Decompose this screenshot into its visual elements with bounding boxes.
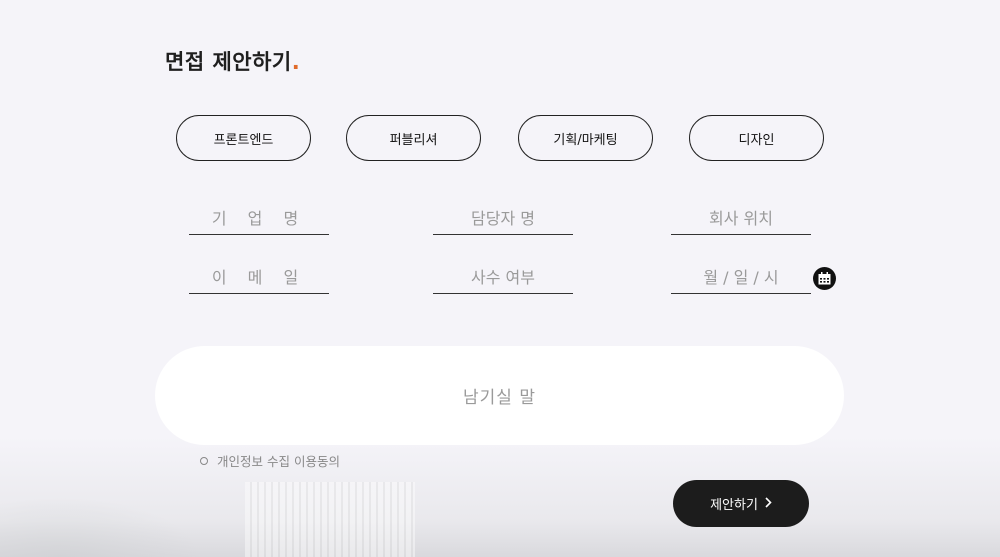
category-label: 프론트엔드 <box>213 132 274 148</box>
email-placeholder: 이 메 일 <box>211 268 307 287</box>
company-name-placeholder: 기 업 명 <box>211 209 307 228</box>
calendar-icon[interactable] <box>813 267 836 290</box>
category-label: 디자인 <box>738 132 775 148</box>
submit-button[interactable]: 제안하기 <box>673 480 809 527</box>
chevron-right-icon <box>764 496 772 512</box>
privacy-consent[interactable]: 개인정보 수집 이용동의 <box>200 451 340 470</box>
company-location-placeholder: 회사 위치 <box>709 209 773 228</box>
company-location-field[interactable]: 회사 위치 <box>671 203 811 235</box>
category-publisher-button[interactable]: 퍼블리셔 <box>346 115 481 161</box>
consent-radio-icon[interactable] <box>200 456 208 465</box>
company-name-field[interactable]: 기 업 명 <box>189 203 329 235</box>
category-design-button[interactable]: 디자인 <box>689 115 824 161</box>
datetime-field[interactable]: 월 / 일 / 시 <box>671 262 811 294</box>
page-title-text: 면접 제안하기 <box>165 50 292 74</box>
manager-name-field[interactable]: 담당자 명 <box>433 203 573 235</box>
category-label: 퍼블리셔 <box>389 132 438 148</box>
background-image <box>245 482 415 557</box>
page-title: 면접 제안하기. <box>165 46 300 76</box>
title-dot: . <box>291 50 301 74</box>
background-fade <box>0 437 1000 557</box>
message-textarea[interactable]: 남기실 말 <box>155 346 844 445</box>
submit-label: 제안하기 <box>710 498 758 513</box>
email-field[interactable]: 이 메 일 <box>189 262 329 294</box>
consent-label: 개인정보 수집 이용동의 <box>217 454 340 469</box>
manager-name-placeholder: 담당자 명 <box>471 209 535 228</box>
datetime-placeholder: 월 / 일 / 시 <box>703 268 779 287</box>
mentor-placeholder: 사수 여부 <box>471 268 535 287</box>
category-frontend-button[interactable]: 프론트엔드 <box>176 115 311 161</box>
mentor-field[interactable]: 사수 여부 <box>433 262 573 294</box>
category-planning-marketing-button[interactable]: 기획/마케팅 <box>518 115 653 161</box>
message-placeholder: 남기실 말 <box>463 388 536 408</box>
category-label: 기획/마케팅 <box>553 132 618 148</box>
